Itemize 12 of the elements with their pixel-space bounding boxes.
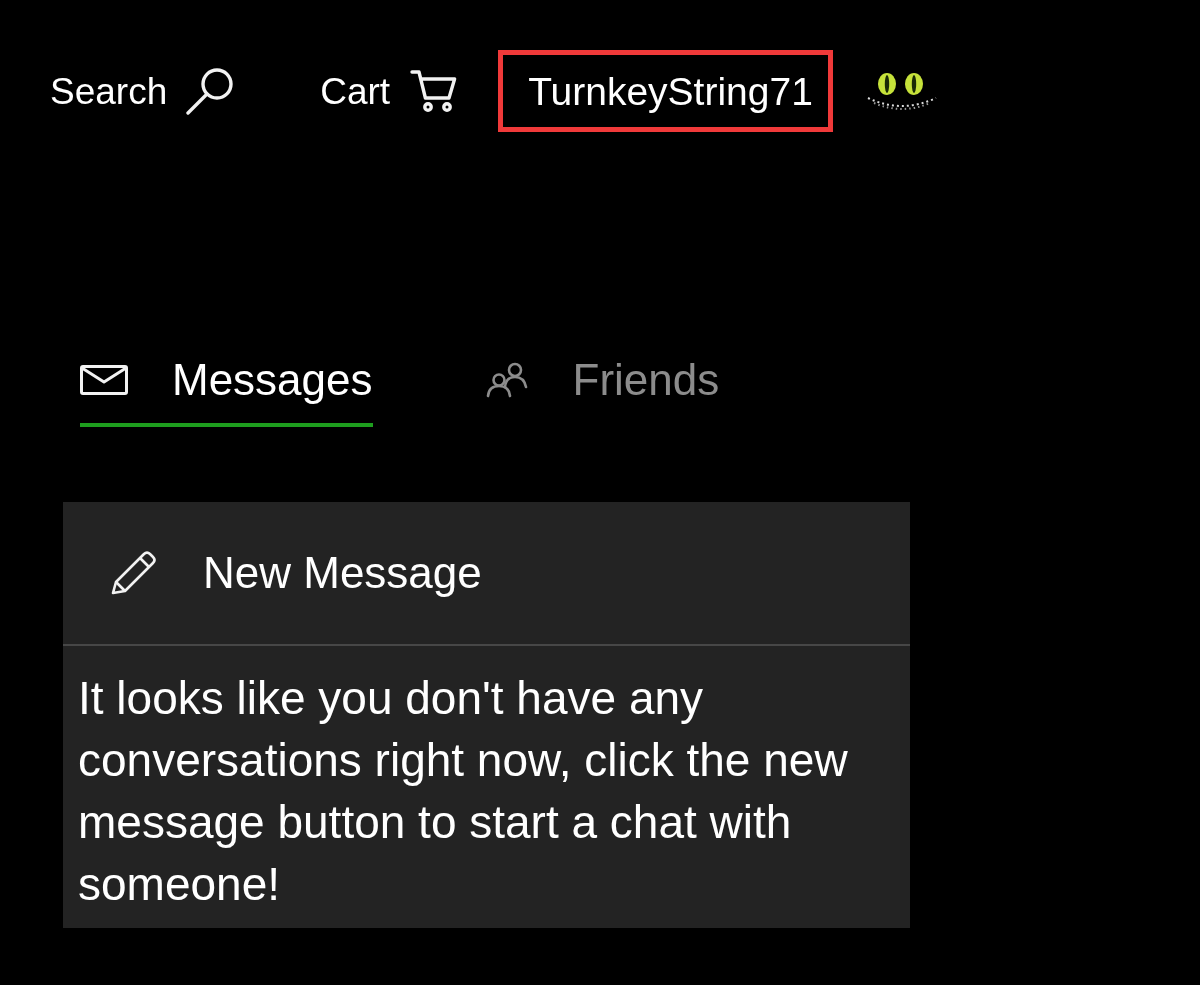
empty-state-text: It looks like you don't have any conversations right now, click the new message button to start a chat with someone! [77,670,849,912]
envelope-icon [80,365,128,396]
people-icon [484,362,529,399]
cart-link[interactable]: Cart [320,69,459,113]
glowing-eyes-icon [865,70,938,112]
new-message-button[interactable]: New Message [63,501,910,646]
tab[interactable]: Messages [80,355,373,427]
tab[interactable]: Friends [484,355,720,427]
cart-icon [410,69,459,113]
pencil-icon [110,549,158,596]
username-link[interactable]: TurnkeyString71 [498,50,833,132]
search-link[interactable]: Search [50,67,237,115]
